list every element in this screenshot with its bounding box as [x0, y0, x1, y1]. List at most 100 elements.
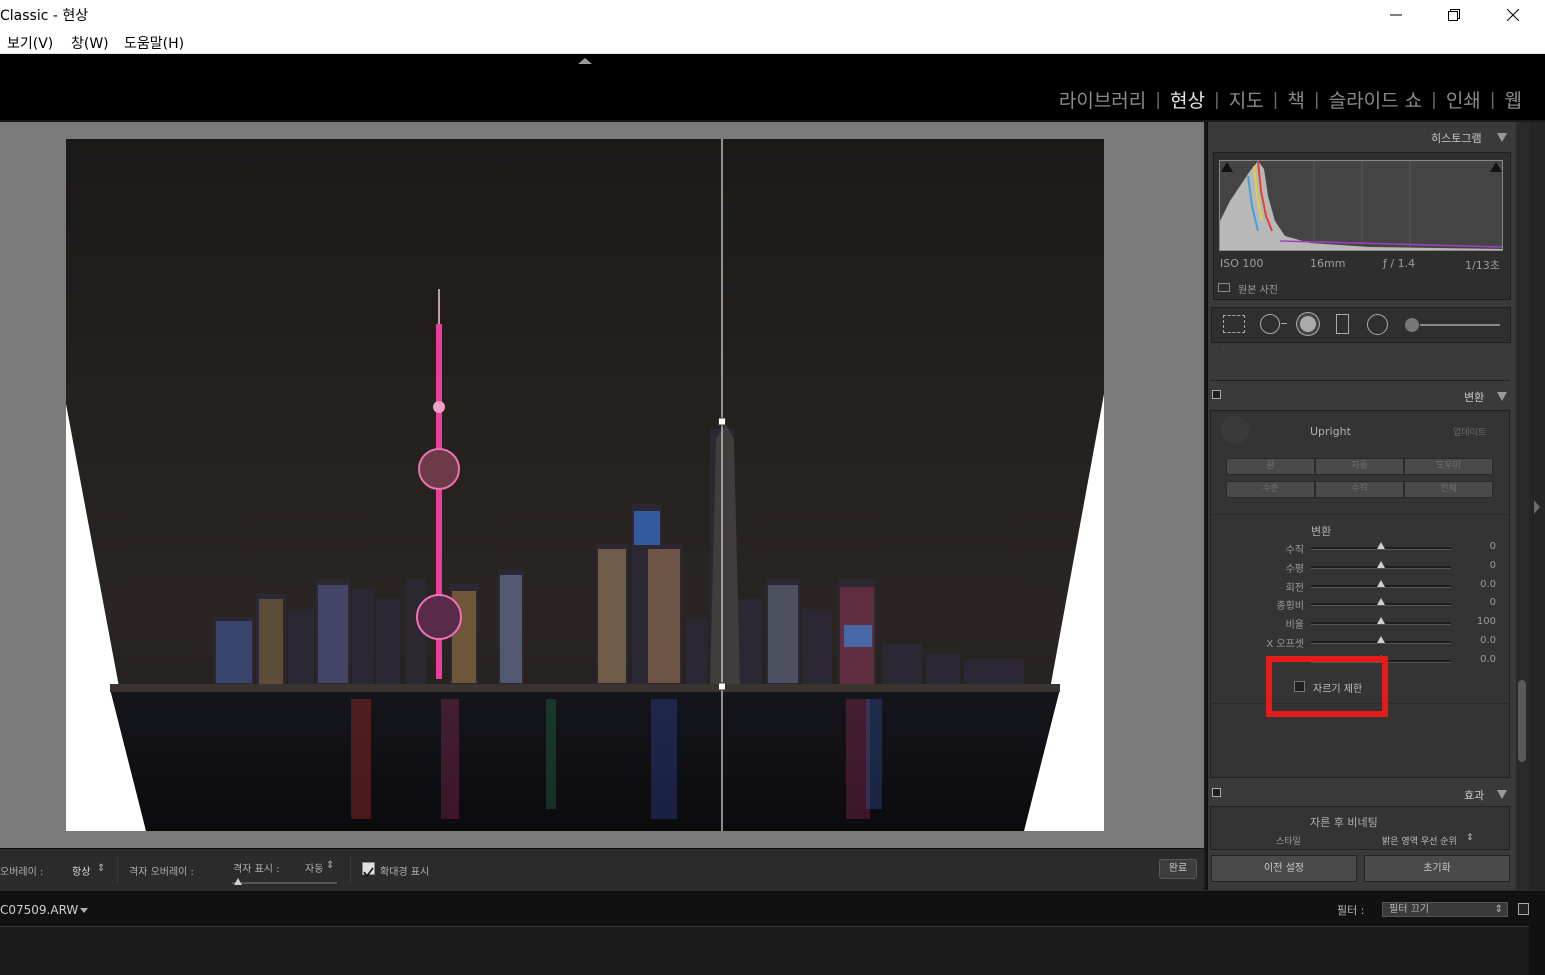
transform-slider-value[interactable]: 0.0 — [1456, 635, 1496, 646]
photo-canvas — [0, 122, 1204, 848]
filter-label: 필터 : — [1337, 904, 1365, 917]
effects-header[interactable]: 효과 — [1464, 787, 1484, 803]
adjustment-brush-icon[interactable] — [1405, 318, 1419, 332]
menu-help[interactable]: 도움말(H) — [124, 33, 184, 53]
top-panel-toggle-icon[interactable] — [578, 58, 592, 64]
module-develop[interactable]: 현상 — [1163, 86, 1212, 113]
transform-collapse-icon[interactable] — [1497, 392, 1507, 401]
upright-off-button[interactable]: 끔 — [1226, 458, 1315, 475]
transform-subsection-label: 변환 — [1311, 525, 1332, 538]
window-title: Classic - 현상 — [0, 8, 89, 24]
filmstrip — [0, 926, 1529, 975]
transform-slider-value[interactable]: 0 — [1456, 541, 1496, 552]
toolbar-divider — [117, 857, 118, 883]
transform-slider-value[interactable]: 0 — [1456, 560, 1496, 571]
loupe-checkbox[interactable] — [362, 862, 375, 878]
highlight-clipping-icon[interactable] — [1490, 162, 1502, 172]
filter-select-arrows-icon: ⇕ — [1494, 904, 1503, 915]
reset-button[interactable]: 초기화 — [1364, 855, 1510, 882]
filter-lock-icon[interactable] — [1518, 903, 1529, 915]
transform-slider-thumb[interactable] — [1377, 636, 1385, 643]
original-photo-checkbox[interactable] — [1218, 283, 1230, 292]
histogram-header[interactable]: 히스토그램 — [1431, 130, 1482, 146]
constrain-crop-checkbox[interactable] — [1294, 681, 1305, 692]
upright-level-button[interactable]: 수준 — [1226, 481, 1315, 498]
upright-full-button[interactable]: 전체 — [1404, 481, 1493, 498]
filename-dropdown-icon[interactable] — [80, 908, 88, 913]
grid-overlay-label: 격자 오버레이 : — [129, 867, 194, 878]
module-bar: 라이브러리 | 현상 | 지도 | 책 | 슬라이드 쇼 | 인쇄 | 웹 — [0, 54, 1545, 120]
exif-shutter: 1/13초 — [1465, 259, 1500, 272]
histogram-collapse-icon[interactable] — [1497, 133, 1507, 142]
upright-auto-button[interactable]: 자동 — [1315, 458, 1404, 475]
menu-window[interactable]: 창(W) — [71, 33, 109, 53]
transform-slider-thumb[interactable] — [1377, 617, 1385, 624]
crop-overlay-icon[interactable] — [1223, 315, 1245, 333]
filename-label[interactable]: C07509.ARW — [0, 903, 78, 917]
overlay-select[interactable]: 항상 — [72, 863, 90, 878]
right-panel-scrollbar[interactable] — [1516, 122, 1529, 890]
graduated-filter-icon[interactable] — [1336, 314, 1349, 334]
shadow-clipping-icon[interactable] — [1221, 162, 1233, 172]
histogram-graph[interactable] — [1219, 160, 1503, 251]
grid-show-select[interactable]: 자동 — [305, 860, 323, 875]
previous-settings-button[interactable]: 이전 설정 — [1211, 855, 1357, 882]
transform-slider-value[interactable]: 0 — [1456, 597, 1496, 608]
right-panel-scrollbar-thumb[interactable] — [1518, 680, 1526, 762]
red-eye-icon[interactable] — [1297, 313, 1319, 335]
adjustment-brush-slider[interactable] — [1420, 324, 1500, 326]
filter-select[interactable]: 필터 끄기 ⇕ — [1382, 902, 1508, 917]
module-separator: | — [1272, 89, 1279, 110]
effects-toggle-switch[interactable] — [1212, 788, 1221, 797]
upright-dial-icon — [1221, 416, 1249, 444]
photo-preview[interactable] — [66, 139, 1104, 831]
upright-vertical-button[interactable]: 수직 — [1315, 481, 1404, 498]
module-library[interactable]: 라이브러리 — [1052, 86, 1153, 113]
grid-show-label: 격자 표시 : — [233, 864, 280, 875]
transform-slider-value[interactable]: 0.0 — [1456, 654, 1496, 665]
grid-size-slider[interactable] — [232, 882, 337, 884]
transform-toggle-switch[interactable] — [1212, 390, 1221, 399]
title-bar: Classic - 현상 — [0, 0, 1545, 30]
transform-slider-value[interactable]: 0.0 — [1456, 579, 1496, 590]
transform-slider-thumb[interactable] — [1377, 598, 1385, 605]
module-picker: 라이브러리 | 현상 | 지도 | 책 | 슬라이드 쇼 | 인쇄 | 웹 — [1052, 86, 1529, 113]
update-button[interactable]: 업데이트 — [1453, 425, 1486, 438]
minimize-icon — [1390, 14, 1402, 16]
overlay-select-arrows-icon[interactable]: ⇕ — [97, 863, 105, 874]
transform-slider-thumb[interactable] — [1377, 561, 1385, 568]
module-map[interactable]: 지도 — [1222, 86, 1271, 113]
transform-slider-label: 비율 — [1285, 620, 1304, 631]
module-print[interactable]: 인쇄 — [1439, 86, 1488, 113]
transform-header[interactable]: 변환 — [1464, 389, 1484, 405]
right-panel-toggle-icon[interactable] — [1534, 500, 1540, 514]
menu-bar: 보기(V) 창(W) 도움말(H) — [0, 30, 1545, 54]
transform-slider-thumb[interactable] — [1377, 580, 1385, 587]
maximize-button[interactable] — [1431, 3, 1477, 27]
spot-removal-icon[interactable] — [1260, 314, 1280, 334]
module-web[interactable]: 웹 — [1498, 86, 1529, 113]
transform-slider-value[interactable]: 100 — [1456, 616, 1496, 627]
vignette-style-select[interactable]: 밝은 영역 우선 순위 — [1382, 834, 1457, 847]
minimize-button[interactable] — [1373, 3, 1419, 27]
module-slideshow[interactable]: 슬라이드 쇼 — [1322, 86, 1429, 113]
grid-size-slider-thumb[interactable] — [234, 878, 243, 885]
post-crop-vignetting-label: 자른 후 비네팅 — [1310, 816, 1378, 829]
done-button[interactable]: 완료 — [1159, 859, 1197, 879]
grid-select-arrows-icon[interactable]: ⇕ — [326, 860, 334, 871]
vignette-style-arrows-icon[interactable]: ⇕ — [1466, 833, 1474, 843]
module-separator: | — [1213, 89, 1220, 110]
transform-slider-thumb[interactable] — [1377, 542, 1385, 549]
toolbar-divider — [350, 857, 351, 883]
filmstrip-edge — [1529, 926, 1545, 975]
skyline-photo — [66, 139, 1104, 831]
menu-view[interactable]: 보기(V) — [7, 33, 53, 53]
effects-collapse-icon[interactable] — [1497, 790, 1507, 799]
upright-guided-button[interactable]: 도우미 — [1404, 458, 1493, 475]
radial-filter-icon[interactable] — [1367, 314, 1388, 335]
panel-divider — [1210, 380, 1510, 381]
module-book[interactable]: 책 — [1280, 86, 1311, 113]
overlay-label: 오버레이 : — [0, 867, 44, 878]
close-button[interactable] — [1490, 3, 1536, 27]
checkmark-icon — [363, 867, 374, 878]
